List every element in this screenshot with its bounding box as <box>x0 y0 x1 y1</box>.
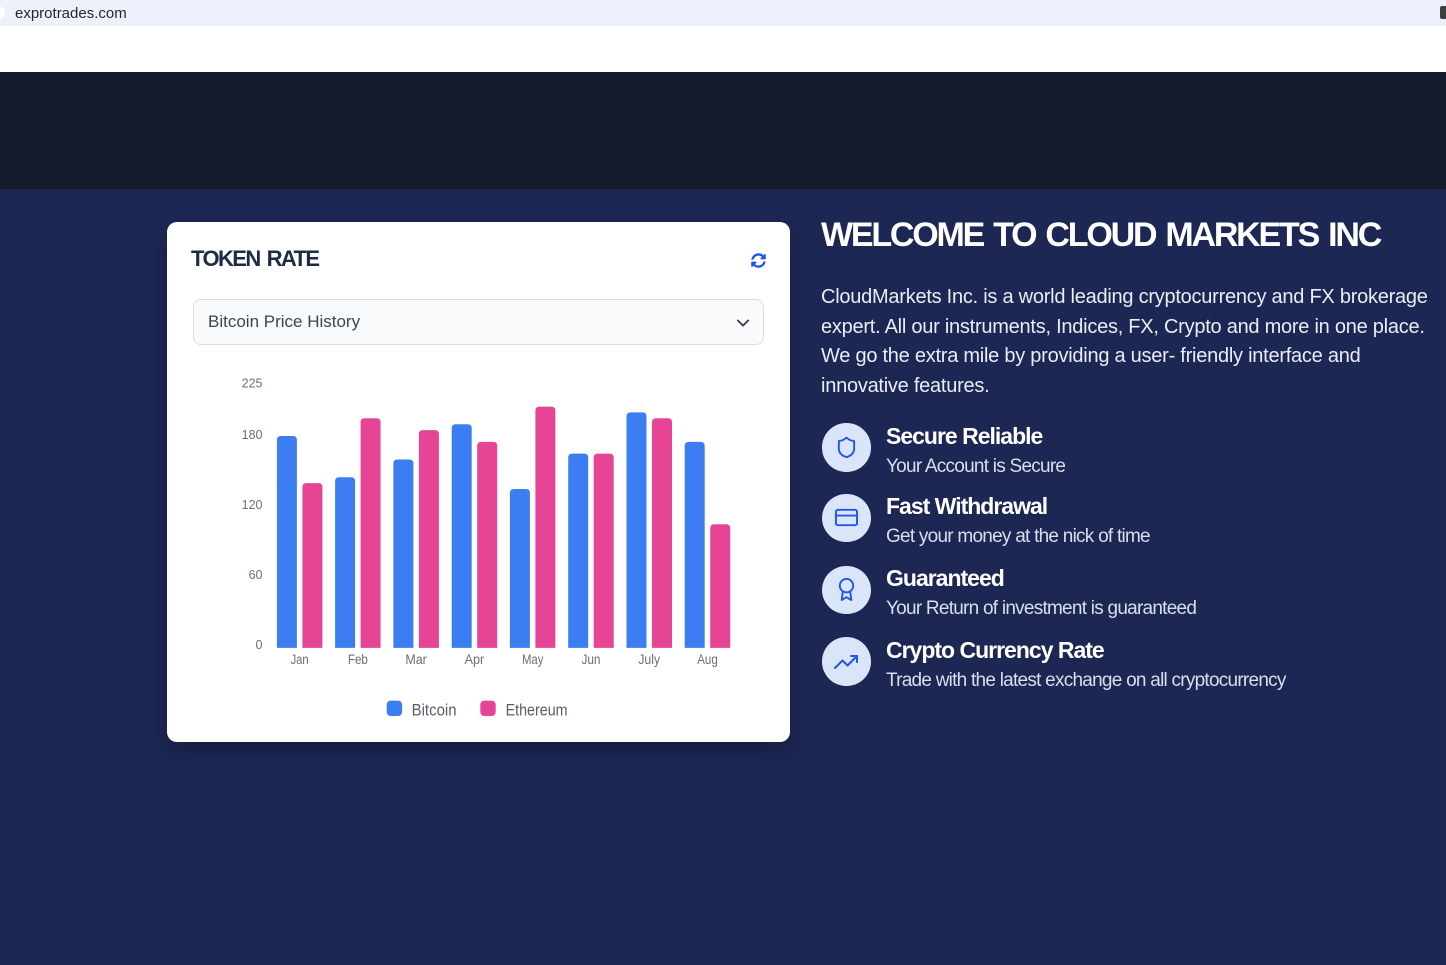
svg-text:225: 225 <box>241 376 262 390</box>
svg-text:May: May <box>521 651 543 666</box>
svg-text:Aug: Aug <box>697 651 718 666</box>
svg-text:Apr: Apr <box>464 651 484 666</box>
svg-text:Jan: Jan <box>290 651 308 666</box>
svg-text:Bitcoin: Bitcoin <box>411 700 456 719</box>
svg-text:0: 0 <box>255 637 262 651</box>
svg-text:July: July <box>638 651 660 666</box>
svg-text:Jun: Jun <box>581 651 600 666</box>
svg-text:180: 180 <box>241 428 262 442</box>
svg-text:Ethereum: Ethereum <box>505 700 567 719</box>
svg-text:Mar: Mar <box>405 651 427 666</box>
svg-text:Feb: Feb <box>347 651 367 666</box>
svg-text:60: 60 <box>248 567 262 581</box>
svg-text:120: 120 <box>241 498 262 512</box>
